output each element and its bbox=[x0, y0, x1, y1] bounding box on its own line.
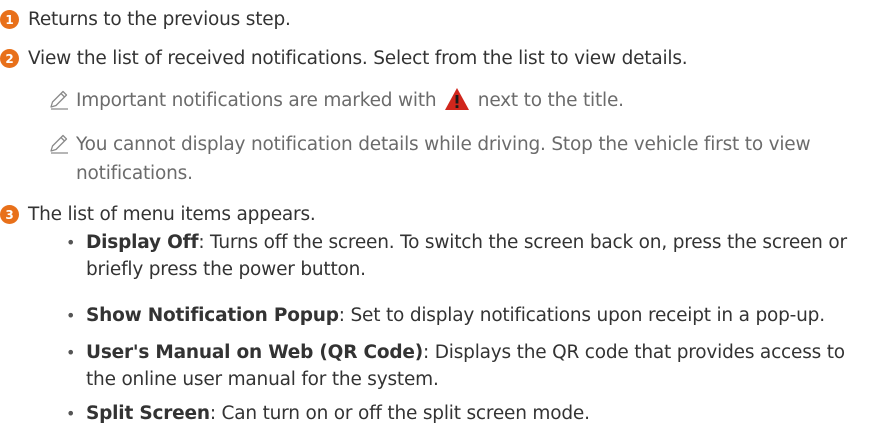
step-number-badge: 3 bbox=[0, 205, 19, 224]
bullet-icon: • bbox=[66, 306, 76, 325]
menu-item-users-manual-on-web: • User's Manual on Web (QR Code): Displa… bbox=[66, 339, 866, 393]
menu-item-display-off: • Display Off: Turns off the screen. To … bbox=[66, 229, 866, 283]
menu-item-term: Display Off bbox=[86, 232, 199, 253]
step-2: 2 View the list of received notification… bbox=[0, 46, 688, 72]
note-driving-restriction: You cannot display notification details … bbox=[48, 130, 866, 188]
warning-triangle-icon bbox=[445, 88, 470, 110]
bullet-icon: • bbox=[66, 404, 76, 423]
menu-item-show-notification-popup: • Show Notification Popup: Set to displa… bbox=[66, 302, 866, 329]
menu-item-term: Show Notification Popup bbox=[86, 305, 339, 326]
bullet-icon: • bbox=[66, 343, 76, 362]
menu-item-term: Split Screen bbox=[86, 403, 210, 424]
step-1: 1 Returns to the previous step. bbox=[0, 7, 291, 33]
menu-item-desc: : Set to display notifications upon rece… bbox=[338, 305, 825, 326]
bullet-icon: • bbox=[66, 233, 76, 252]
menu-item-split-screen: • Split Screen: Can turn on or off the s… bbox=[66, 400, 866, 427]
menu-item-desc: : Can turn on or off the split screen mo… bbox=[209, 403, 590, 424]
step-text: Returns to the previous step. bbox=[28, 9, 291, 30]
step-text: The list of menu items appears. bbox=[28, 204, 316, 225]
pencil-icon bbox=[50, 134, 68, 154]
note-important-marker: Important notifications are marked with … bbox=[48, 86, 866, 115]
step-number-badge: 2 bbox=[0, 49, 19, 68]
note-text: Important notifications are marked with bbox=[76, 90, 437, 111]
step-text: View the list of received notifications.… bbox=[28, 48, 688, 69]
step-3: 3 The list of menu items appears. bbox=[0, 202, 316, 228]
note-text: You cannot display notification details … bbox=[76, 134, 811, 184]
step-number-badge: 1 bbox=[0, 10, 19, 29]
menu-item-desc: : Turns off the screen. To switch the sc… bbox=[86, 232, 847, 280]
menu-item-term: User's Manual on Web (QR Code) bbox=[86, 342, 424, 363]
pencil-icon bbox=[50, 90, 68, 110]
note-text: next to the title. bbox=[477, 90, 624, 111]
